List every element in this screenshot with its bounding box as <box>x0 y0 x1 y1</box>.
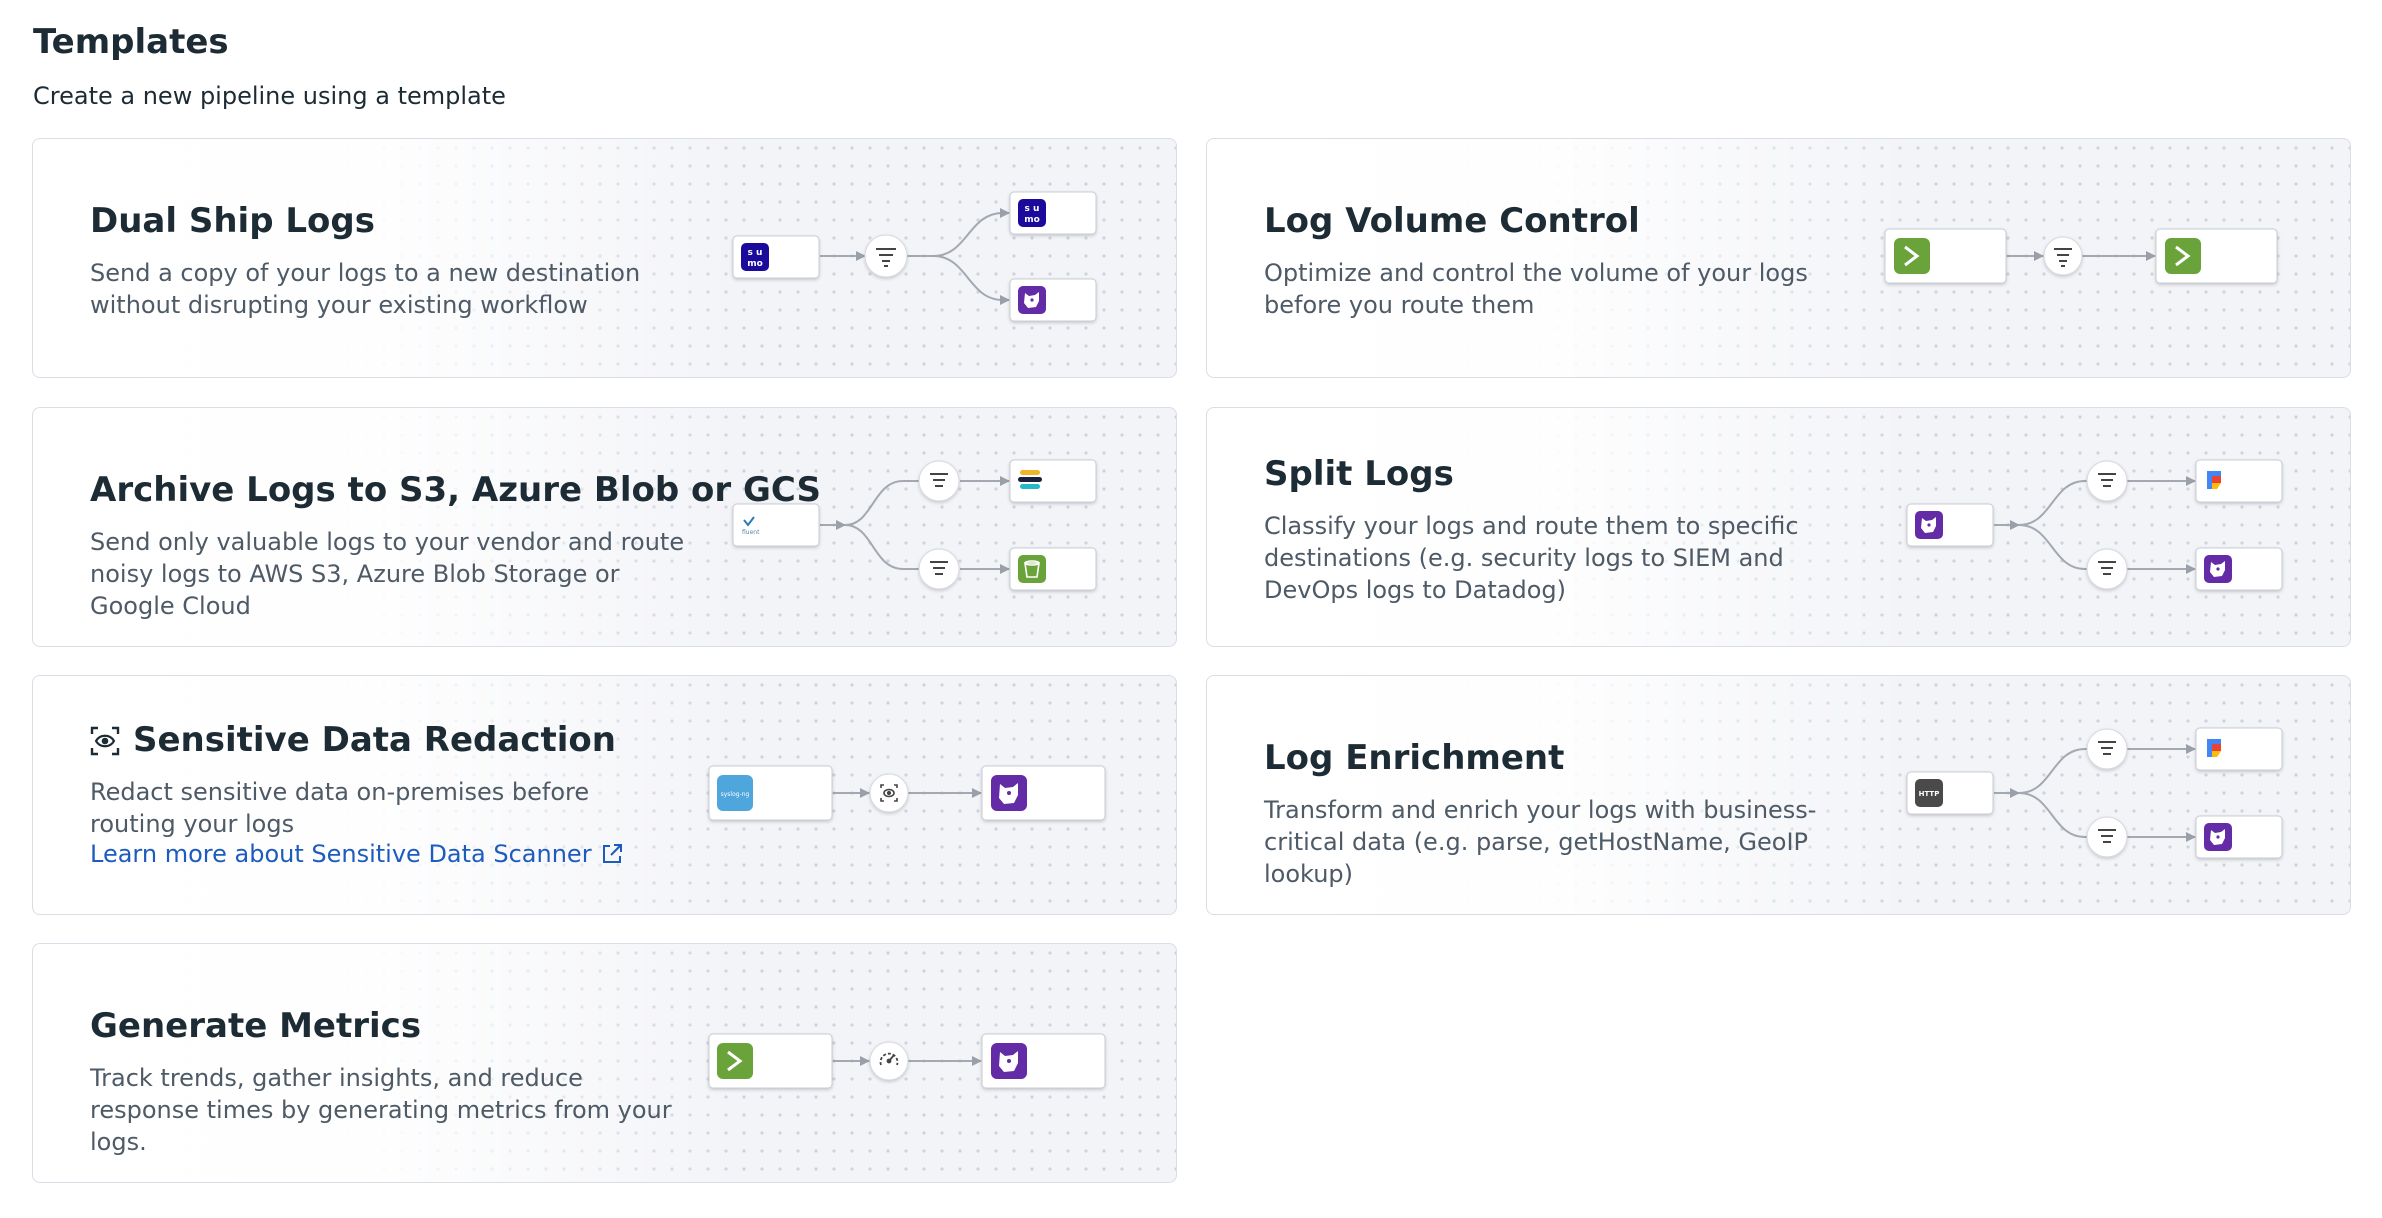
svg-text:mo: mo <box>1024 215 1040 225</box>
destination-node <box>2195 459 2283 503</box>
terminal-icon <box>2165 238 2201 274</box>
datadog-icon <box>2204 555 2232 583</box>
svg-text:HTTP: HTTP <box>1919 790 1940 798</box>
pipeline-diagram <box>1884 228 2278 284</box>
filter-step <box>2086 816 2128 858</box>
source-node: syslog-ng <box>708 765 833 821</box>
s3-bucket-icon <box>1018 555 1046 583</box>
datadog-icon <box>2204 823 2232 851</box>
source-node <box>708 1033 833 1089</box>
destination-node <box>1009 459 1097 503</box>
pipeline-diagram <box>1906 459 2283 591</box>
page-title: Templates <box>33 22 229 62</box>
filter-step <box>2043 236 2083 276</box>
filter-step <box>864 234 908 278</box>
pipeline-diagram: s u mo s u mo <box>732 191 1097 322</box>
source-node: HTTP <box>1906 771 1994 815</box>
pipeline-diagram: fluent <box>732 459 1097 591</box>
pipeline-diagram: syslog-ng <box>708 765 1106 821</box>
gauge-step <box>869 1041 909 1081</box>
datadog-icon <box>1915 511 1943 539</box>
destination-node: s u mo <box>1009 191 1097 235</box>
destination-node <box>1009 547 1097 591</box>
svg-text:syslog-ng: syslog-ng <box>721 791 750 798</box>
source-node: fluent <box>732 503 820 547</box>
template-card-sensitive-data-redaction[interactable]: Sensitive Data Redaction Redact sensitiv… <box>32 675 1177 915</box>
destination-node <box>2155 228 2278 284</box>
pipeline-diagram <box>708 1033 1106 1089</box>
svg-text:s u: s u <box>1025 204 1040 214</box>
filter-step <box>2086 548 2128 590</box>
syslog-icon: syslog-ng <box>717 775 753 811</box>
filter-step <box>918 460 960 502</box>
source-node <box>1884 228 2007 284</box>
svg-text:fluent: fluent <box>742 529 760 536</box>
elastic-icon <box>1018 470 1042 489</box>
scanner-step <box>869 773 909 813</box>
destination-node <box>981 1033 1106 1089</box>
http-icon: HTTP <box>1915 779 1943 807</box>
template-card-dual-ship-logs[interactable]: Dual Ship Logs Send a copy of your logs … <box>32 138 1177 378</box>
destination-node <box>2195 815 2283 859</box>
filter-step <box>2086 728 2128 770</box>
template-card-archive-logs[interactable]: Archive Logs to S3, Azure Blob or GCS Se… <box>32 407 1177 647</box>
template-card-log-enrichment[interactable]: Log Enrichment Transform and enrich your… <box>1206 675 2351 915</box>
terminal-icon <box>717 1043 753 1079</box>
source-node <box>1906 503 1994 547</box>
filter-step <box>2086 460 2128 502</box>
pipeline-diagram: HTTP <box>1906 727 2283 859</box>
svg-text:mo: mo <box>747 259 763 269</box>
terminal-icon <box>1894 238 1930 274</box>
template-card-generate-metrics[interactable]: Generate Metrics Track trends, gather in… <box>32 943 1177 1183</box>
sumo-logic-icon: s u mo <box>741 243 769 271</box>
page-subtitle: Create a new pipeline using a template <box>33 82 506 110</box>
destination-node <box>2195 547 2283 591</box>
datadog-icon <box>1018 286 1046 314</box>
destination-node <box>1009 278 1097 322</box>
template-card-split-logs[interactable]: Split Logs Classify your logs and route … <box>1206 407 2351 647</box>
sumo-logic-icon: s u mo <box>1018 199 1046 227</box>
datadog-icon <box>991 775 1027 811</box>
destination-node <box>2195 727 2283 771</box>
source-node: s u mo <box>732 235 820 279</box>
svg-text:s u: s u <box>748 248 763 258</box>
datadog-icon <box>991 1043 1027 1079</box>
destination-node <box>981 765 1106 821</box>
filter-step <box>918 548 960 590</box>
template-card-log-volume-control[interactable]: Log Volume Control Optimize and control … <box>1206 138 2351 378</box>
